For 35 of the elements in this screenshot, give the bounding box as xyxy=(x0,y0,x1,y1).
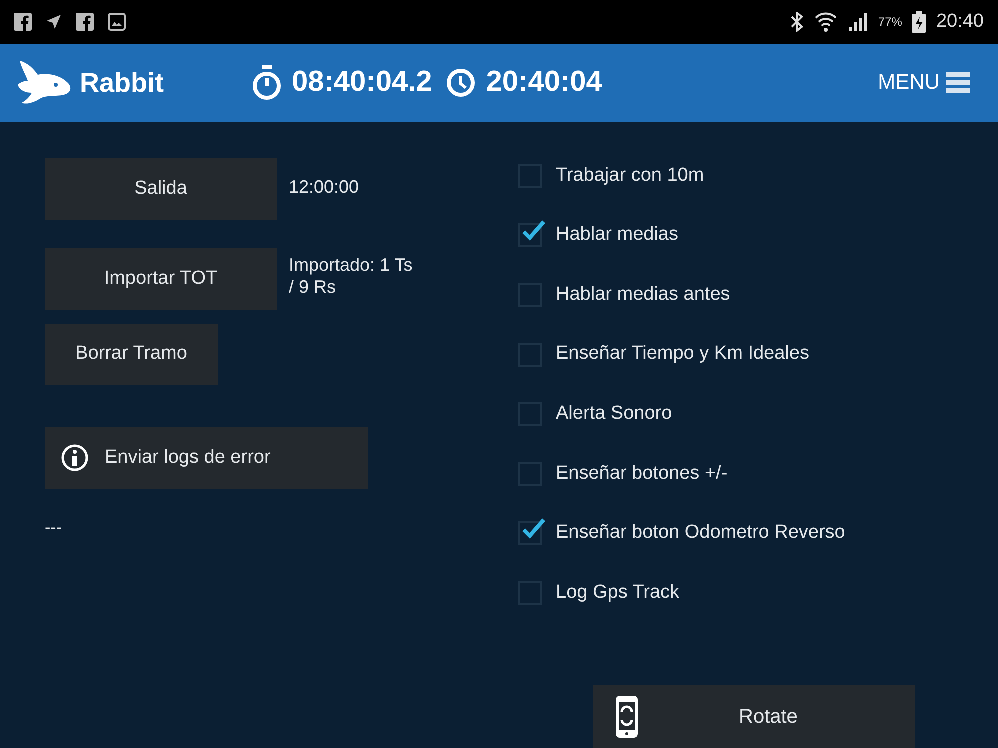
option-label: Trabajar con 10m xyxy=(556,164,704,188)
facebook-icon xyxy=(76,13,94,31)
app-title: Rabbit xyxy=(80,66,164,100)
menu-icon xyxy=(946,72,970,94)
stopwatch-time: 08:40:04.2 xyxy=(292,65,432,100)
clock-time: 20:40:04 xyxy=(486,65,602,100)
option-label: Log Gps Track xyxy=(556,580,680,605)
battery-percent: 77% xyxy=(878,14,902,31)
battery-icon xyxy=(912,11,926,33)
option-label: Alerta Sonoro xyxy=(556,402,672,426)
send-logs-button[interactable]: Enviar logs de error xyxy=(45,427,368,489)
send-icon xyxy=(46,14,62,30)
status-time: 20:40 xyxy=(936,10,984,34)
status-text: Importado: 1 Ts / 9 Rs xyxy=(289,254,413,298)
wifi-icon xyxy=(814,11,838,33)
menu-button[interactable]: MENU xyxy=(878,67,970,99)
info-icon xyxy=(61,444,89,472)
status-text: 12:00:00 xyxy=(289,176,360,198)
bluetooth-icon xyxy=(790,12,804,32)
facebook-icon xyxy=(14,13,32,31)
rotate-button[interactable]: Rotate xyxy=(593,685,915,748)
image-icon xyxy=(108,13,126,31)
option-label: Enseñar botones +/- xyxy=(556,462,728,486)
log-text: --- xyxy=(45,517,62,539)
action-button[interactable]: Importar TOT xyxy=(45,248,277,310)
action-button[interactable]: Salida xyxy=(45,158,277,220)
option-label: Enseñar boton Odometro Reverso xyxy=(556,521,846,546)
option-label: Hablar medias xyxy=(556,223,678,248)
stopwatch-icon xyxy=(252,65,282,101)
signal-icon xyxy=(848,12,868,32)
phone-rotate-icon xyxy=(615,694,639,738)
clock-icon xyxy=(446,68,476,98)
option-label: Hablar medias antes xyxy=(556,282,730,307)
option-label: Enseñar Tiempo y Km Ideales xyxy=(556,342,810,366)
action-button[interactable]: Borrar Tramo xyxy=(45,324,218,385)
